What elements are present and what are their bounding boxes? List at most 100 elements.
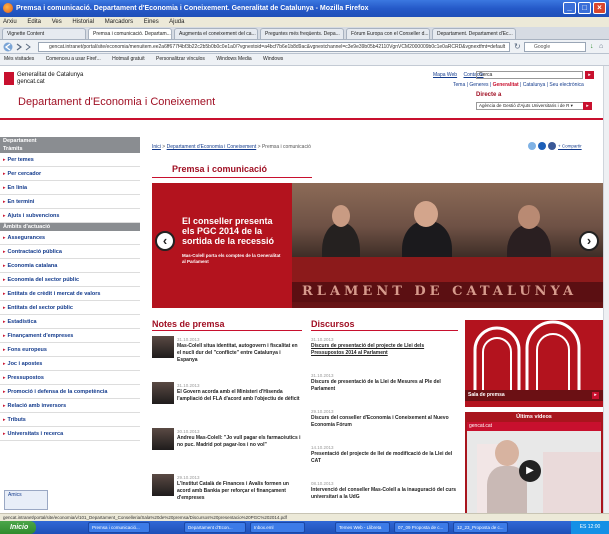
discurs-text[interactable]: Discurs del conseller d'Economia i Conei… xyxy=(311,415,458,429)
generalitat-logo-text[interactable]: Generalitat de Catalunya gencat.cat xyxy=(17,72,97,86)
vertical-scrollbar[interactable] xyxy=(603,66,609,513)
sidebar-item[interactable]: ▸ En termini xyxy=(0,195,140,209)
sitemap-link[interactable]: Mapa Web xyxy=(433,72,457,78)
menu-history[interactable]: Historial xyxy=(72,19,94,25)
sidebar-item[interactable]: ▸ Entitats del sector públic xyxy=(0,301,140,315)
bookmark-item[interactable]: Comenceu a usar Firef... xyxy=(46,56,101,62)
sidebar-item[interactable]: ▸ Entitats de crèdit i mercat de valors xyxy=(0,287,140,301)
discurs-text[interactable]: Presentació del projecte de llei de modi… xyxy=(311,451,458,465)
browser-tab-active[interactable]: Premsa i comunicació. Departam... xyxy=(88,28,172,39)
sidebar-item[interactable]: ▸ Promoció i defensa de la competència xyxy=(0,385,140,399)
sidebar-item[interactable]: ▸ Universitats i recerca xyxy=(0,427,140,441)
sidebar-item[interactable]: ▸ Relació amb inversors xyxy=(0,399,140,413)
site-search-button[interactable]: ▸ xyxy=(585,71,594,79)
sidebar-item[interactable]: ▸ Per temes xyxy=(0,153,140,167)
sidebar-item[interactable]: ▸ Joc i apostes xyxy=(0,357,140,371)
sidebar-heading-ambits[interactable]: Àmbits d'actuació xyxy=(0,223,140,231)
taskbar-item[interactable]: 07_09 Proposta de c... xyxy=(394,522,449,533)
sidebar-item[interactable]: ▸ Ajuts i subvencions xyxy=(0,209,140,223)
discurs-item[interactable]: 08.10.2013 Intervenció del conseller Mas… xyxy=(311,480,458,501)
browser-tab[interactable]: Vignette Content xyxy=(2,28,86,39)
press-room-caption[interactable]: Sala de premsa ▸ xyxy=(465,390,603,401)
press-note-text[interactable]: Andreu Mas-Colell: "Jo vull pagar els fa… xyxy=(152,435,302,449)
sidebar-heading-tramits[interactable]: Tràmits xyxy=(0,145,140,153)
bookmark-item[interactable]: Windows Media xyxy=(216,56,251,62)
minimize-button[interactable]: _ xyxy=(563,2,576,14)
menu-file[interactable]: Arxiu xyxy=(3,19,17,25)
share-link[interactable]: + Compartir xyxy=(558,144,582,149)
maximize-button[interactable]: □ xyxy=(578,2,591,14)
taskbar-item[interactable]: 12_23_Proposta de c... xyxy=(453,522,508,533)
press-note[interactable]: 30.10.2013 Andreu Mas-Colell: "Jo vull p… xyxy=(152,428,302,450)
browser-tab[interactable]: Departament. Departament d'Ec... xyxy=(432,28,516,39)
press-note-text[interactable]: L'Institut Català de Finances i Avalis f… xyxy=(152,481,302,502)
bookmark-item[interactable]: Més visitades xyxy=(4,56,34,62)
download-icon[interactable]: ↓ xyxy=(590,42,598,52)
print-icon[interactable] xyxy=(528,142,536,150)
carousel-prev-button[interactable]: ‹ xyxy=(155,231,175,251)
header-link[interactable]: Generes xyxy=(469,82,488,88)
sidebar-item[interactable]: ▸ Estadística xyxy=(0,315,140,329)
video-player[interactable]: gencat.cat ▶ xyxy=(467,422,601,513)
header-link[interactable]: Catalunya xyxy=(523,82,546,88)
site-search-input[interactable]: Cerca xyxy=(476,71,583,79)
breadcrumb-dept[interactable]: Departament d'Economia i Coneixement xyxy=(167,144,257,150)
taskbar-item[interactable]: Inbox.eml xyxy=(250,522,305,533)
browser-tab[interactable]: Augmenta el coneixement del ca... xyxy=(174,28,258,39)
generalitat-logo-icon[interactable] xyxy=(4,72,14,85)
sidebar-item[interactable]: ▸ Finançament d'empreses xyxy=(0,329,140,343)
email-icon[interactable] xyxy=(538,142,546,150)
home-icon[interactable]: ⌂ xyxy=(599,42,607,52)
discurs-text[interactable]: Discurs de presentació del projecte de L… xyxy=(311,343,458,357)
sidebar-item[interactable]: ▸ Per cercador xyxy=(0,167,140,181)
browser-tab[interactable]: Preguntes més freqüents. Depa... xyxy=(260,28,344,39)
back-forward-icon[interactable] xyxy=(3,42,33,52)
sidebar-widget[interactable]: Amics xyxy=(4,490,48,510)
press-note-text[interactable]: El Govern acorda amb el Ministeri d'Hise… xyxy=(152,389,302,403)
press-note-text[interactable]: Mas-Colell situa identitat, autogovern i… xyxy=(152,343,302,364)
url-bar[interactable]: gencat.intranet/portal/site/economia/men… xyxy=(38,42,510,52)
menu-view[interactable]: Ves xyxy=(52,19,62,25)
menu-bookmarks[interactable]: Marcadors xyxy=(105,19,133,25)
directe-go-button[interactable]: ▸ xyxy=(583,102,592,110)
directe-select[interactable]: Agència de Gestió d'Ajuts Universitaris … xyxy=(476,102,588,110)
sidebar-item[interactable]: ▸ En línia xyxy=(0,181,140,195)
reload-icon[interactable]: ↻ xyxy=(514,42,522,52)
sidebar-item[interactable]: ▸ Economia catalana xyxy=(0,259,140,273)
menu-edit[interactable]: Edita xyxy=(27,19,41,25)
sidebar-item[interactable]: ▸ Contractació pública xyxy=(0,245,140,259)
press-room-go-icon[interactable]: ▸ xyxy=(592,392,599,399)
menu-tools[interactable]: Eines xyxy=(144,19,159,25)
sidebar-heading-departament[interactable]: Departament xyxy=(0,137,140,145)
facebook-icon[interactable] xyxy=(548,142,556,150)
taskbar-item[interactable]: Temes Web - Llibreta xyxy=(335,522,390,533)
press-room-banner[interactable]: Sala de premsa ▸ xyxy=(465,320,603,407)
discurs-item[interactable]: 14.10.2013 Presentació del projecte de l… xyxy=(311,444,458,465)
hero-carousel[interactable]: El conseller presenta els PGC 2014 de la… xyxy=(152,183,603,308)
web-search-input[interactable]: Google xyxy=(524,42,586,52)
taskbar-item[interactable]: Premsa i comunicació... xyxy=(88,522,150,533)
bookmark-item[interactable]: Hotmail gratuït xyxy=(112,56,145,62)
bookmark-item[interactable]: Windows xyxy=(263,56,283,62)
discurs-item[interactable]: 31.10.2013 Discurs de presentació de la … xyxy=(311,372,458,393)
press-note[interactable]: 29.10.2013 L'Institut Català de Finances… xyxy=(152,474,302,502)
close-button[interactable]: × xyxy=(593,2,606,14)
sidebar-item[interactable]: ▸ Fons europeus xyxy=(0,343,140,357)
discurs-item[interactable]: 29.10.2013 Discurs del conseller d'Econo… xyxy=(311,408,458,429)
discurs-text[interactable]: Discurs de presentació de la Llei de Mes… xyxy=(311,379,458,393)
hero-headline[interactable]: El conseller presenta els PGC 2014 de la… xyxy=(182,216,287,246)
sidebar-item[interactable]: ▸ Pressupostos xyxy=(0,371,140,385)
sidebar-item[interactable]: ▸ Assegurances xyxy=(0,231,140,245)
bookmark-item[interactable]: Personalitzar vínculos xyxy=(156,56,205,62)
menu-help[interactable]: Ajuda xyxy=(169,19,184,25)
taskbar-item[interactable]: Departament d'Econ... xyxy=(184,522,246,533)
press-note[interactable]: 31.10.2013 El Govern acorda amb el Minis… xyxy=(152,382,302,404)
header-link-current[interactable]: Generalitat xyxy=(493,82,519,88)
browser-tab[interactable]: Fòrum Europa con el Conseller d... xyxy=(346,28,430,39)
discurs-text[interactable]: Intervenció del conseller Mas-Colell a l… xyxy=(311,487,458,501)
carousel-next-button[interactable]: › xyxy=(579,231,599,251)
header-link[interactable]: Seu electrònica xyxy=(549,82,583,88)
sidebar-item[interactable]: ▸ Tributs xyxy=(0,413,140,427)
play-button[interactable]: ▶ xyxy=(519,460,541,482)
start-button[interactable]: Inicio xyxy=(0,521,36,534)
